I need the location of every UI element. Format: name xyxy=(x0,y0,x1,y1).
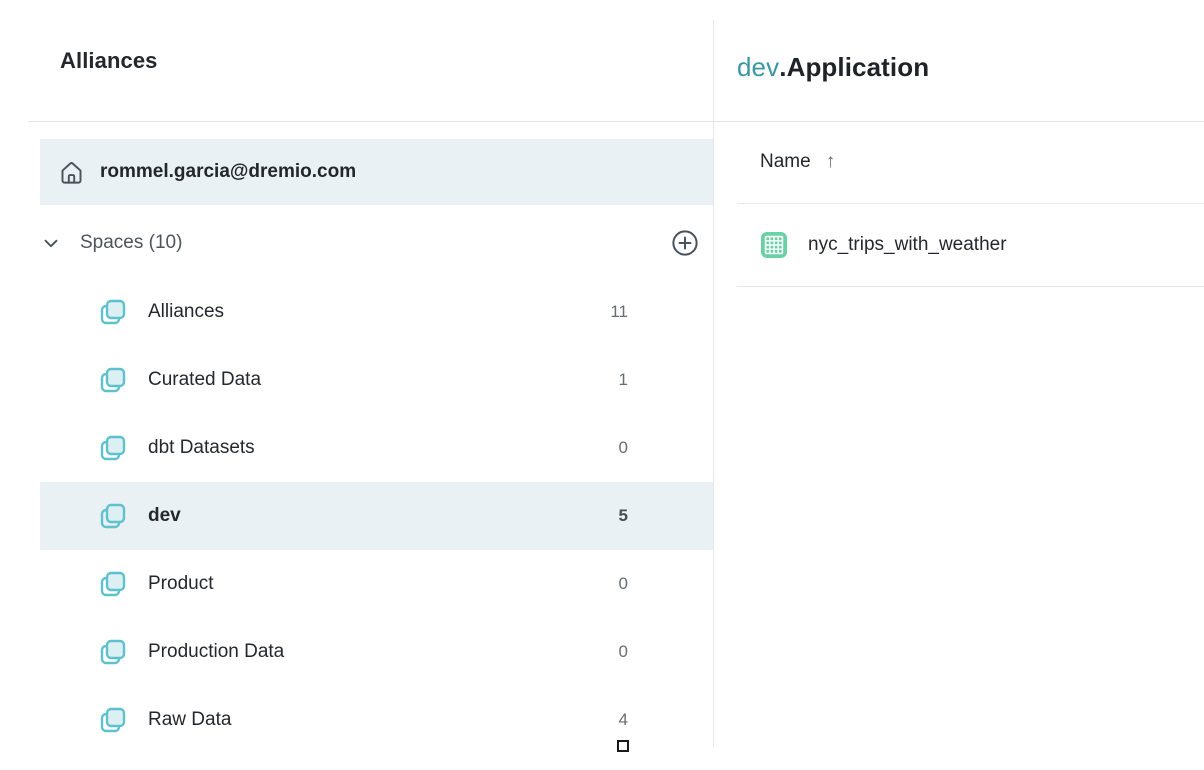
space-icon xyxy=(97,296,129,328)
name-column-header[interactable]: Name ↑ xyxy=(760,140,835,184)
dremio-catalog-app: Alliances rommel.garcia@dremio.com Space… xyxy=(0,0,1204,770)
plus-circle-icon xyxy=(670,228,700,258)
space-item-label: Alliances xyxy=(148,301,604,323)
stray-glyph-box xyxy=(617,740,629,752)
space-item-count: 0 xyxy=(604,574,628,594)
sidebar-header-divider xyxy=(28,121,713,122)
home-item-label: rommel.garcia@dremio.com xyxy=(100,161,356,183)
breadcrumb-separator: . xyxy=(779,52,786,82)
space-item-count: 1 xyxy=(604,370,628,390)
breadcrumb: dev.Application xyxy=(737,52,929,83)
space-item-label: Raw Data xyxy=(148,709,604,731)
catalog-main-panel: dev.Application Name ↑ nyc_trips_with_we… xyxy=(714,0,1204,770)
space-icon xyxy=(97,432,129,464)
sidebar-space-item-dev[interactable]: dev 5 xyxy=(40,482,713,550)
spaces-section-header[interactable]: Spaces (10) xyxy=(28,216,713,270)
add-space-button[interactable] xyxy=(669,227,701,259)
space-item-count: 0 xyxy=(604,642,628,662)
space-icon xyxy=(97,636,129,668)
space-item-label: dev xyxy=(148,505,604,527)
space-icon xyxy=(97,500,129,532)
breadcrumb-current-folder: Application xyxy=(787,52,930,82)
dataset-table-icon xyxy=(758,229,790,261)
row-divider xyxy=(737,286,1204,287)
page-title: Alliances xyxy=(60,48,158,74)
spaces-section-label: Spaces (10) xyxy=(80,232,182,254)
dataset-list: nyc_trips_with_weather xyxy=(714,204,1204,286)
space-item-count: 0 xyxy=(604,438,628,458)
sort-ascending-icon: ↑ xyxy=(826,151,836,173)
spaces-sidebar: Alliances rommel.garcia@dremio.com Space… xyxy=(0,0,713,770)
space-icon xyxy=(97,364,129,396)
dataset-name: nyc_trips_with_weather xyxy=(808,234,1007,256)
sidebar-space-item-curated-data[interactable]: Curated Data 1 xyxy=(40,346,713,414)
sidebar-space-item-production-data[interactable]: Production Data 0 xyxy=(40,618,713,686)
spaces-list: Alliances 11 Curated Data 1 dbt Datasets… xyxy=(0,278,713,754)
space-item-label: Production Data xyxy=(148,641,604,663)
sidebar-space-item-raw-data[interactable]: Raw Data 4 xyxy=(40,686,713,754)
space-icon xyxy=(97,704,129,736)
name-column-label: Name xyxy=(760,151,811,173)
home-icon xyxy=(58,159,85,186)
space-item-label: Curated Data xyxy=(148,369,604,391)
main-header-divider xyxy=(714,121,1204,122)
space-item-count: 11 xyxy=(604,302,628,322)
space-item-label: Product xyxy=(148,573,604,595)
sidebar-space-item-dbt-datasets[interactable]: dbt Datasets 0 xyxy=(40,414,713,482)
home-space-item[interactable]: rommel.garcia@dremio.com xyxy=(40,139,713,205)
sidebar-space-item-alliances[interactable]: Alliances 11 xyxy=(40,278,713,346)
breadcrumb-space-link[interactable]: dev xyxy=(737,52,779,82)
space-item-label: dbt Datasets xyxy=(148,437,604,459)
space-icon xyxy=(97,568,129,600)
space-item-count: 5 xyxy=(604,506,628,526)
sidebar-space-item-product[interactable]: Product 0 xyxy=(40,550,713,618)
dataset-row[interactable]: nyc_trips_with_weather xyxy=(714,204,1204,286)
space-item-count: 4 xyxy=(604,710,628,730)
chevron-down-icon[interactable] xyxy=(40,232,62,254)
